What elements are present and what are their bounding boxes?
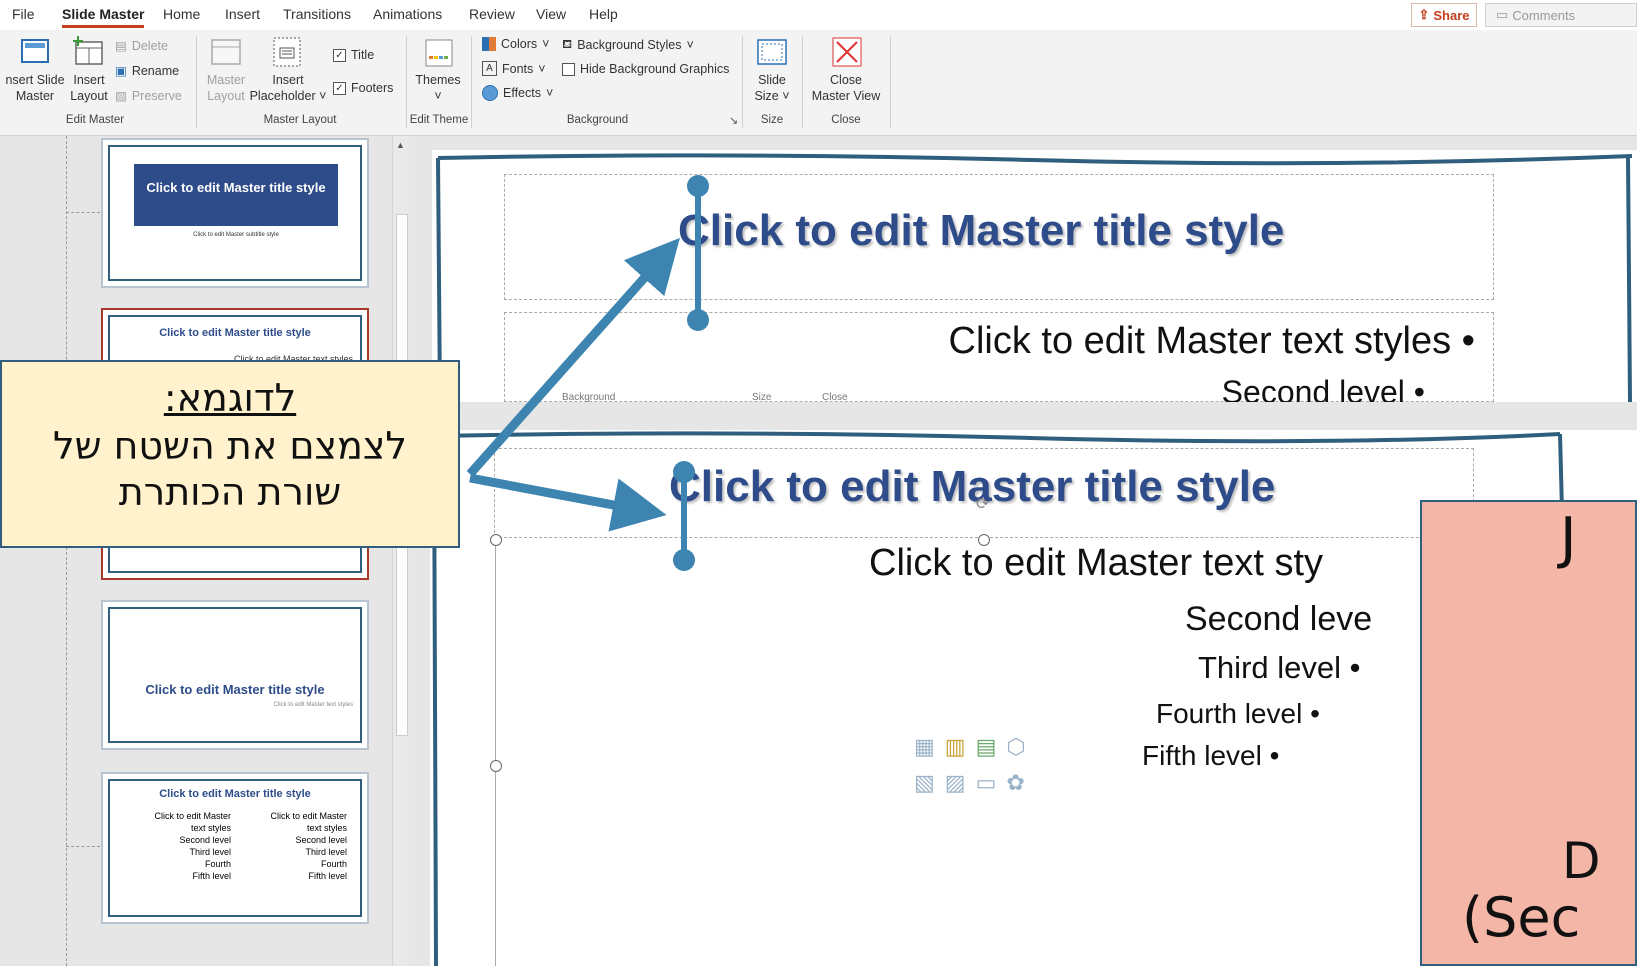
callout-box-example: לדוגמא: לצמצם את השטח של שורת הכותרת bbox=[0, 360, 460, 548]
title-height-marker-top bbox=[687, 175, 709, 331]
callout-line-1: לצמצם את השטח של bbox=[52, 424, 408, 468]
callout-line-2: שורת הכותרת bbox=[118, 470, 342, 514]
arrow-to-top-title bbox=[466, 237, 680, 477]
arrow-to-bottom-title bbox=[469, 473, 667, 532]
callout-heading: לדוגמא: bbox=[163, 376, 297, 420]
title-height-marker-bottom bbox=[673, 461, 695, 571]
